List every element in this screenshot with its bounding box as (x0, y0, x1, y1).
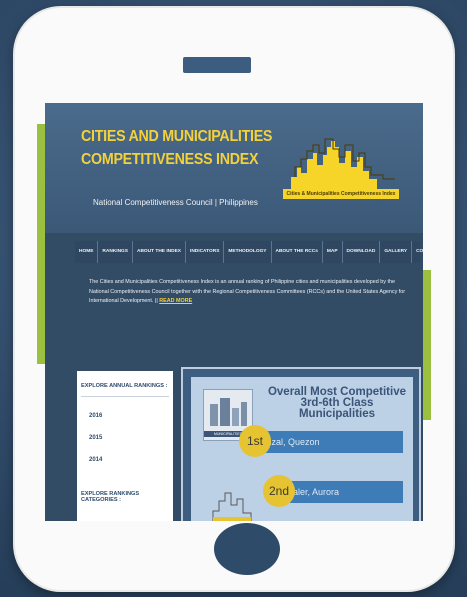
nav-rankings[interactable]: RANKINGS (98, 241, 133, 263)
nav-indicators[interactable]: INDICATORS (186, 241, 225, 263)
city-thumbnail-icon (210, 398, 247, 426)
phone-screen: CITIES AND MUNICIPALITIES COMPETITIVENES… (45, 103, 423, 521)
intro-paragraph: The Cities and Municipalities Competitiv… (89, 278, 409, 307)
skyline-logo-icon (291, 138, 395, 193)
site-title-line2[interactable]: COMPETITIVENESS INDEX (81, 151, 259, 168)
sidebar-year-2016[interactable]: 2016 (89, 413, 102, 419)
annual-rankings-heading: EXPLORE ANNUAL RANKINGS : (81, 383, 168, 389)
nav-about-index[interactable]: ABOUT THE INDEX (133, 241, 186, 263)
sidebar-year-2014[interactable]: 2014 (89, 457, 102, 463)
logo-label: Cities & Municipalities Competitiveness … (283, 189, 399, 199)
banner-title-line2: 3rd-6th Class Municipalities (298, 397, 376, 420)
sidebar-year-2015[interactable]: 2015 (89, 435, 102, 441)
rank-1-name: Rizal, Quezon (253, 431, 403, 453)
nav-home[interactable]: HOME (75, 241, 99, 263)
rank-2-name: Baler, Aurora (277, 481, 403, 503)
nav-map[interactable]: MAP (323, 241, 343, 263)
accent-bar-left (37, 124, 45, 364)
banner-title: Overall Most Competitive 3rd-6th Class M… (261, 386, 413, 420)
read-more-link[interactable]: READ MORE (159, 298, 192, 304)
nav-download[interactable]: DOWNLOAD (343, 241, 381, 263)
banner-content: MUNICIPALITIES Overall Most Competitive … (191, 377, 413, 521)
nav-gallery[interactable]: GALLERY (380, 241, 413, 263)
skyline-mini-icon (212, 492, 252, 521)
rankings-categories-heading: EXPLORE RANKINGS CATEGORIES : (81, 491, 140, 503)
sidebar-divider (81, 396, 169, 397)
rank-2-badge: 2nd (263, 475, 295, 507)
site-logo[interactable]: Cities & Municipalities Competitiveness … (283, 137, 401, 205)
featured-ranking-banner[interactable]: MUNICIPALITIES Overall Most Competitive … (181, 367, 421, 521)
phone-speaker (183, 57, 251, 73)
sidebar: EXPLORE ANNUAL RANKINGS : 2016 2015 2014… (77, 371, 173, 521)
rank-1-badge: 1st (239, 425, 271, 457)
nav-contact-us[interactable]: CONTACT US (412, 241, 423, 263)
nav-about-rccs[interactable]: ABOUT THE RCCs (272, 241, 323, 263)
site-title[interactable]: CITIES AND MUNICIPALITIES COMPETITIVENES… (81, 125, 272, 171)
intro-text: The Cities and Municipalities Competitiv… (89, 279, 406, 304)
phone-home-button[interactable] (214, 523, 280, 575)
nav-methodology[interactable]: METHODOLOGY (224, 241, 272, 263)
site-title-line1[interactable]: CITIES AND MUNICIPALITIES (81, 128, 272, 145)
main-nav: HOME RANKINGS ABOUT THE INDEX INDICATORS… (75, 241, 423, 263)
site-subtitle: National Competitiveness Council | Phili… (93, 198, 258, 207)
site-header: CITIES AND MUNICIPALITIES COMPETITIVENES… (45, 103, 423, 233)
accent-bar-right (423, 270, 431, 420)
